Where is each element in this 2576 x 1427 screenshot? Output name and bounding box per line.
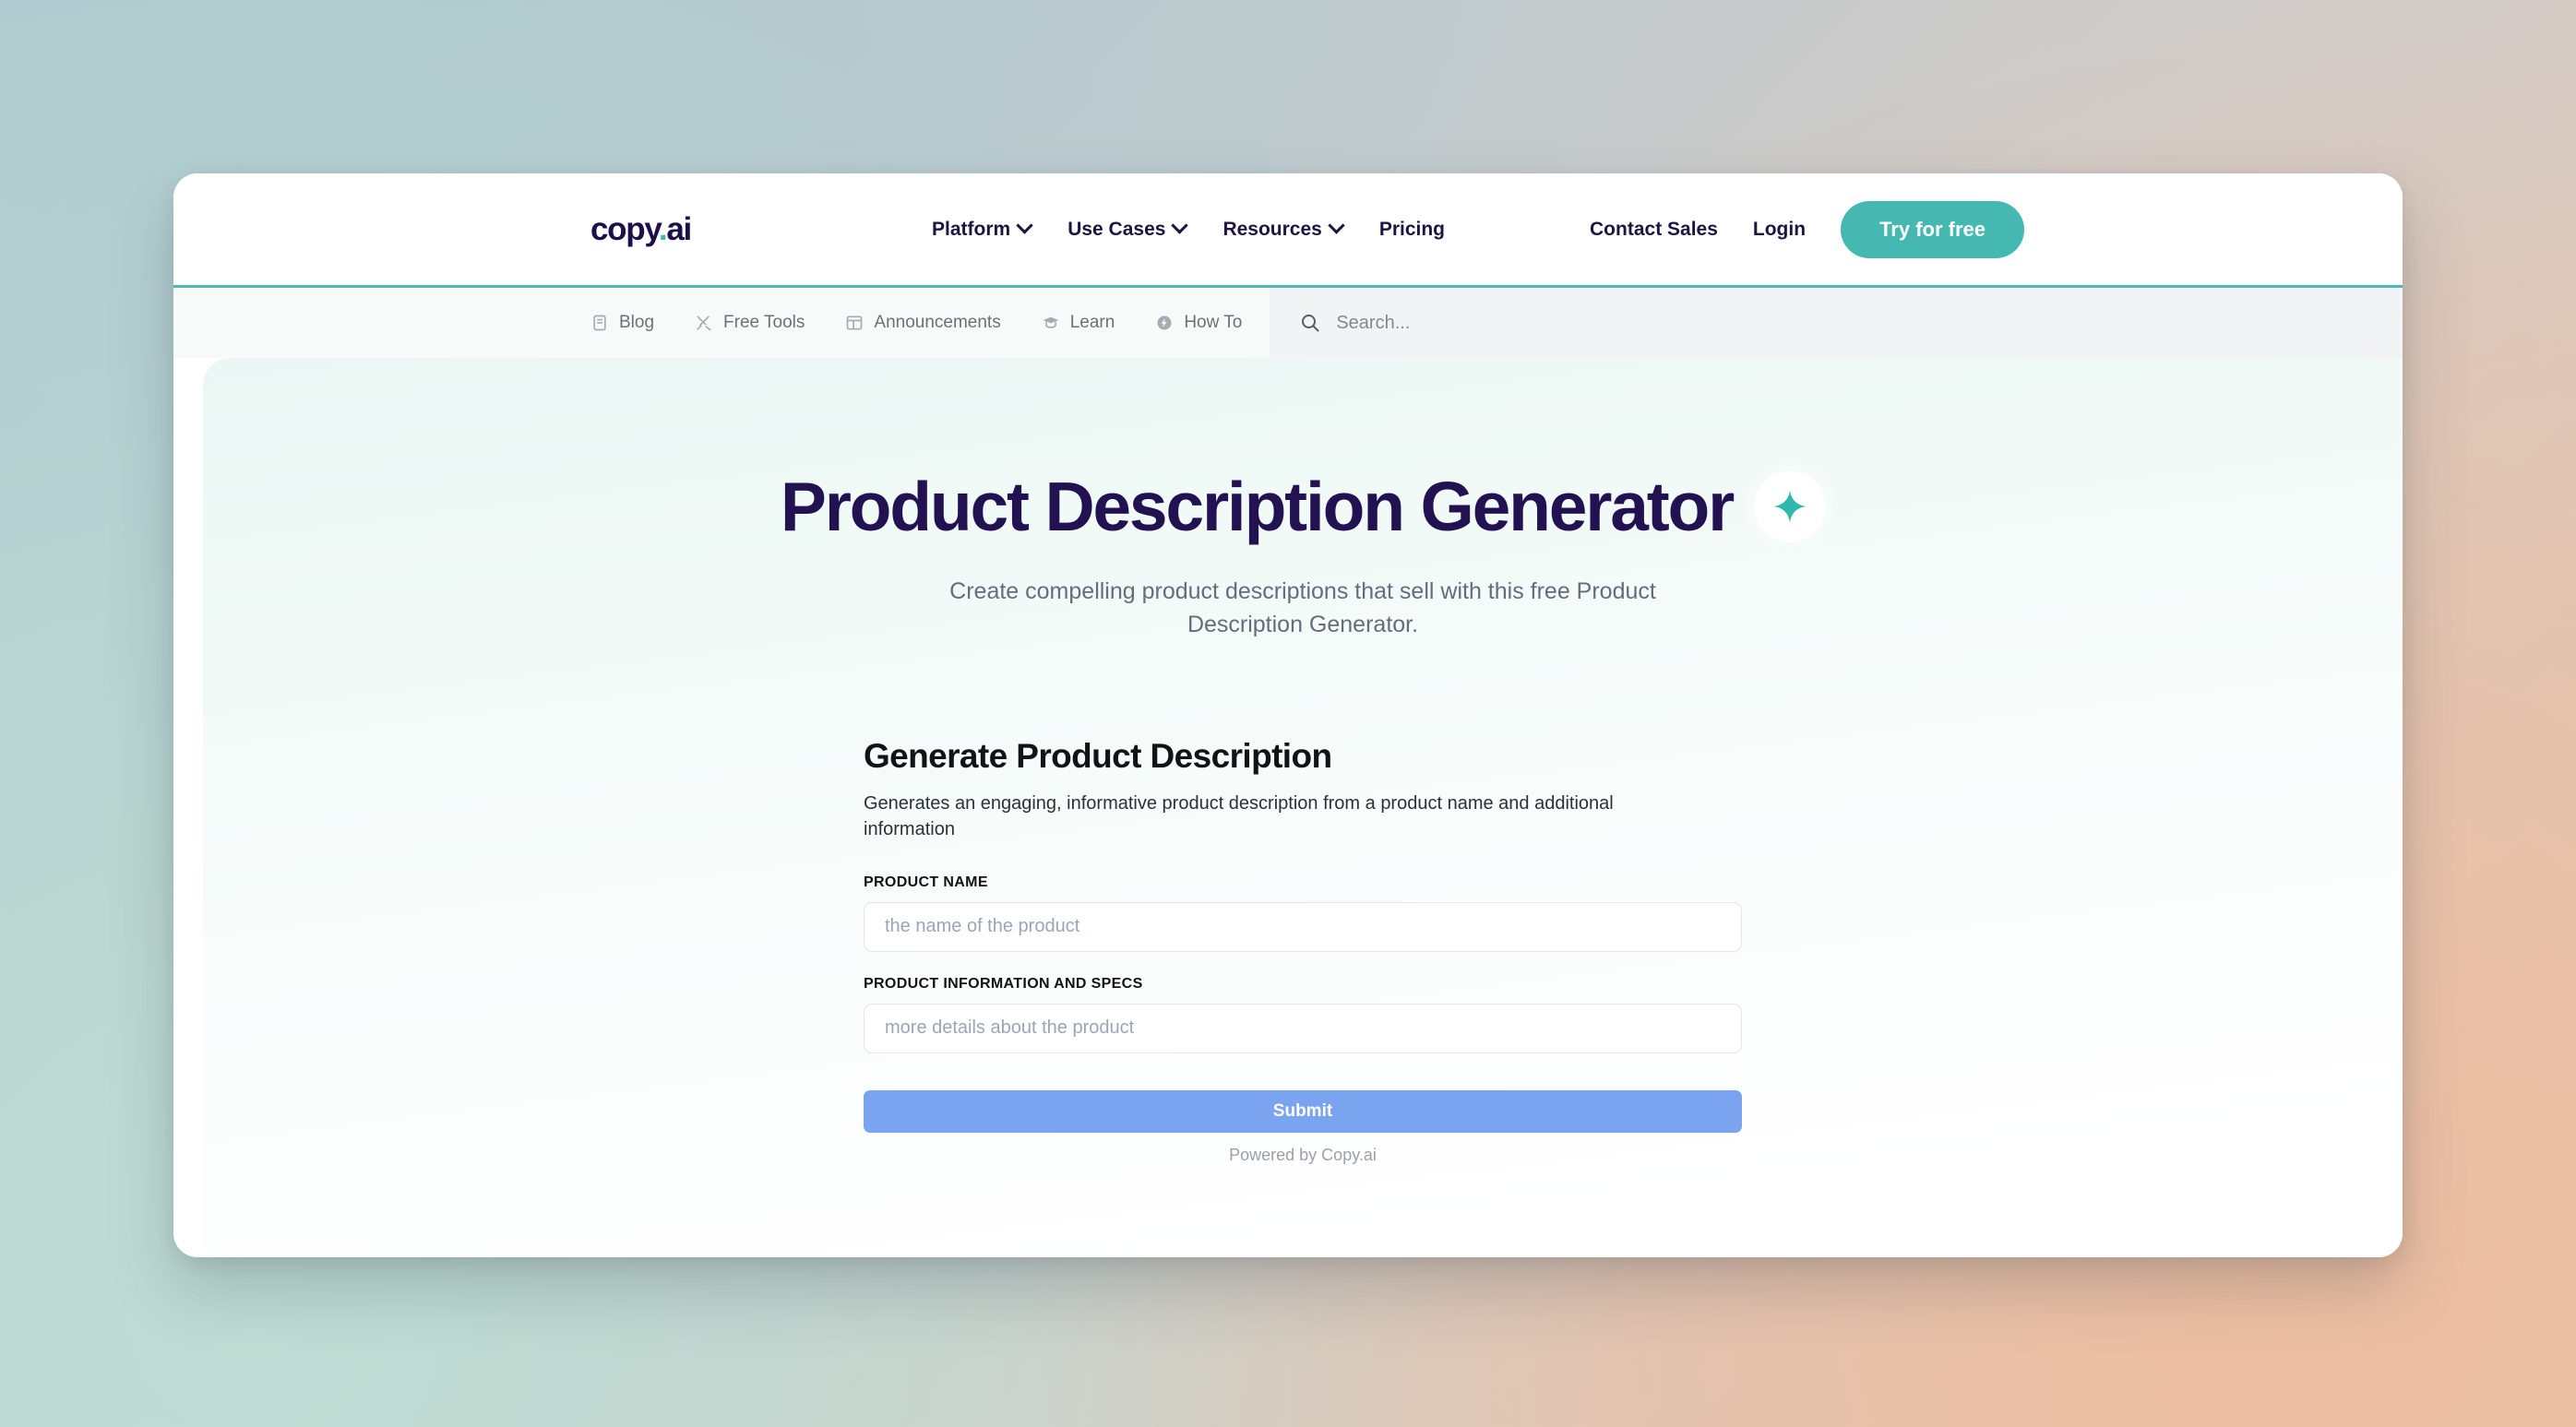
form-description: Generates an engaging, informative produ… (864, 793, 1614, 840)
product-information-input[interactable] (864, 1003, 1742, 1053)
product-information-label: PRODUCT INFORMATION AND SPECS (864, 975, 1143, 992)
nav-item-pricing-label: Pricing (1378, 218, 1446, 240)
logo-text-main: copy (590, 210, 660, 247)
nav-links-group: Platform Use Cases Resources Pricing (932, 217, 1445, 241)
chevron-down-icon (1016, 217, 1033, 234)
product-name-input[interactable] (864, 901, 1742, 952)
nav-item-pricing[interactable]: Pricing (1379, 219, 1445, 241)
submit-button[interactable]: Submit (864, 1089, 1742, 1133)
subnav-item-learn[interactable]: Learn (1042, 313, 1115, 333)
nav-item-platform-label: Platform (932, 218, 1011, 240)
secondary-nav-links: Blog Free Tools Announcements Learn How … (173, 288, 1242, 358)
field-group-product-information: PRODUCT INFORMATION AND SPECS (864, 976, 1742, 1053)
generator-form: Generate Product Description Generates a… (864, 737, 1742, 1165)
tools-icon (695, 314, 713, 332)
nav-item-platform[interactable]: Platform (932, 217, 1033, 241)
subnav-item-learn-label: Learn (1069, 313, 1115, 332)
page-title: Product Description Generator (780, 468, 1735, 545)
lightning-circle-icon (1155, 314, 1174, 332)
sparkle-icon (1755, 471, 1826, 541)
form-title: Generate Product Description (864, 737, 1332, 775)
subnav-item-how-to-label: How To (1184, 313, 1243, 332)
primary-navigation-bar: copy.ai Platform Use Cases Resources Pri… (173, 173, 2403, 288)
subnav-item-announcements[interactable]: Announcements (845, 313, 1001, 333)
page-subtitle: Create compelling product descriptions t… (949, 578, 1656, 637)
chevron-down-icon (1328, 217, 1345, 234)
search-box[interactable] (1270, 288, 2403, 358)
nav-item-use-cases[interactable]: Use Cases (1067, 217, 1189, 241)
hero-title-row: Product Description Generator (203, 467, 2403, 546)
try-for-free-button[interactable]: Try for free (1841, 200, 2024, 258)
subnav-item-free-tools-label: Free Tools (723, 313, 805, 332)
subnav-item-how-to[interactable]: How To (1155, 313, 1242, 333)
subnav-item-free-tools[interactable]: Free Tools (695, 313, 805, 333)
powered-by-label: Powered by Copy.ai (1229, 1145, 1377, 1164)
hero-section: Product Description Generator Create com… (203, 358, 2403, 641)
search-input[interactable] (1336, 312, 2403, 334)
copyai-logo[interactable]: copy.ai (590, 210, 692, 248)
chevron-down-icon (1171, 217, 1189, 234)
login-link[interactable]: Login (1753, 219, 1806, 241)
nav-item-use-cases-label: Use Cases (1067, 218, 1166, 240)
logo-text-suffix: ai (666, 210, 692, 247)
book-icon (590, 314, 609, 332)
field-group-product-name: PRODUCT NAME (864, 874, 1742, 952)
search-icon (1299, 312, 1321, 334)
secondary-navigation-bar: Blog Free Tools Announcements Learn How … (173, 288, 2403, 358)
browser-window: copy.ai Platform Use Cases Resources Pri… (173, 173, 2403, 1257)
subnav-item-blog[interactable]: Blog (590, 313, 654, 333)
graduation-cap-icon (1042, 314, 1060, 332)
subnav-item-announcements-label: Announcements (874, 313, 1001, 332)
contact-sales-link[interactable]: Contact Sales (1590, 219, 1718, 241)
product-name-label: PRODUCT NAME (864, 874, 988, 890)
desktop-background: copy.ai Platform Use Cases Resources Pri… (0, 0, 2576, 1427)
page-content-area: Product Description Generator Create com… (203, 358, 2403, 1257)
nav-item-resources-label: Resources (1222, 218, 1322, 240)
subnav-item-blog-label: Blog (619, 313, 655, 332)
layout-icon (845, 314, 864, 332)
nav-actions-group: Contact Sales Login Try for free (1590, 200, 2024, 258)
nav-item-resources[interactable]: Resources (1222, 217, 1345, 241)
